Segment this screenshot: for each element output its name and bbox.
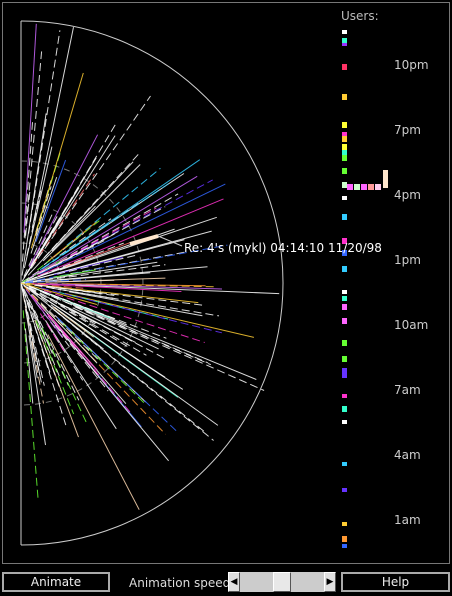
message-ray — [42, 182, 171, 269]
message-ray — [24, 328, 34, 404]
time-tick-1pm: 1pm — [394, 253, 421, 267]
time-tick-4am: 4am — [394, 448, 421, 462]
user-activity-mark — [342, 462, 347, 466]
animate-button[interactable]: Animate — [2, 572, 110, 592]
thread-visualization[interactable] — [0, 0, 452, 566]
time-tick-10pm: 10pm — [394, 58, 429, 72]
time-tick-7pm: 7pm — [394, 123, 421, 137]
user-activity-mark — [342, 340, 347, 346]
help-button[interactable]: Help — [341, 572, 450, 592]
slider-track[interactable] — [240, 572, 324, 592]
user-activity-mark — [342, 196, 347, 200]
user-activity-mark — [347, 184, 353, 190]
user-activity-mark — [383, 170, 388, 188]
message-tooltip: Re: 4's (mykl) 04:14:10 11/20/98 — [184, 241, 382, 255]
user-activity-mark — [342, 394, 347, 398]
message-ray — [48, 304, 208, 435]
time-tick-1am: 1am — [394, 513, 421, 527]
user-activity-mark — [342, 488, 347, 492]
user-activity-mark — [342, 372, 347, 378]
user-activity-mark — [342, 155, 347, 161]
user-activity-mark — [342, 150, 347, 155]
slider-thumb[interactable] — [273, 572, 291, 592]
user-activity-mark — [342, 30, 347, 34]
users-label: Users: — [341, 9, 379, 23]
user-activity-mark — [342, 296, 347, 301]
message-ray — [63, 261, 158, 277]
user-activity-mark — [342, 420, 347, 424]
slider-left-arrow-icon[interactable]: ◀ — [228, 572, 240, 592]
user-activity-mark — [342, 544, 347, 548]
message-ray — [70, 302, 257, 380]
user-activity-mark — [342, 522, 347, 526]
user-activity-mark — [354, 184, 360, 190]
user-activity-mark — [342, 356, 347, 362]
user-activity-mark — [342, 182, 347, 188]
message-ray — [44, 320, 117, 430]
user-activity-mark — [361, 184, 367, 190]
user-activity-mark — [342, 318, 347, 324]
animation-speed-slider[interactable]: ◀ ▶ — [228, 572, 336, 592]
time-tick-4pm: 4pm — [394, 188, 421, 202]
user-activity-mark — [342, 304, 347, 310]
user-activity-mark — [342, 290, 347, 294]
user-activity-mark — [368, 184, 374, 190]
user-activity-mark — [342, 536, 347, 542]
user-activity-mark — [342, 94, 347, 100]
user-activity-mark — [375, 184, 381, 190]
animation-speed-label: Animation speed: — [129, 576, 235, 590]
user-activity-mark — [342, 38, 347, 43]
user-activity-mark — [342, 64, 347, 70]
control-bar: Animate Animation speed: ◀ ▶ Help — [0, 568, 452, 596]
user-activity-mark — [342, 136, 347, 142]
message-ray — [39, 183, 226, 275]
user-activity-mark — [342, 214, 347, 220]
time-tick-7am: 7am — [394, 383, 421, 397]
user-activity-mark — [342, 122, 347, 128]
user-activity-mark — [342, 406, 347, 412]
user-activity-mark — [342, 144, 347, 150]
slider-right-arrow-icon[interactable]: ▶ — [324, 572, 336, 592]
user-activity-mark — [342, 266, 347, 272]
user-activity-mark — [342, 168, 347, 174]
message-ray — [47, 334, 140, 510]
time-tick-10am: 10am — [394, 318, 429, 332]
outer-arc — [20, 20, 284, 546]
message-ray — [35, 159, 67, 242]
